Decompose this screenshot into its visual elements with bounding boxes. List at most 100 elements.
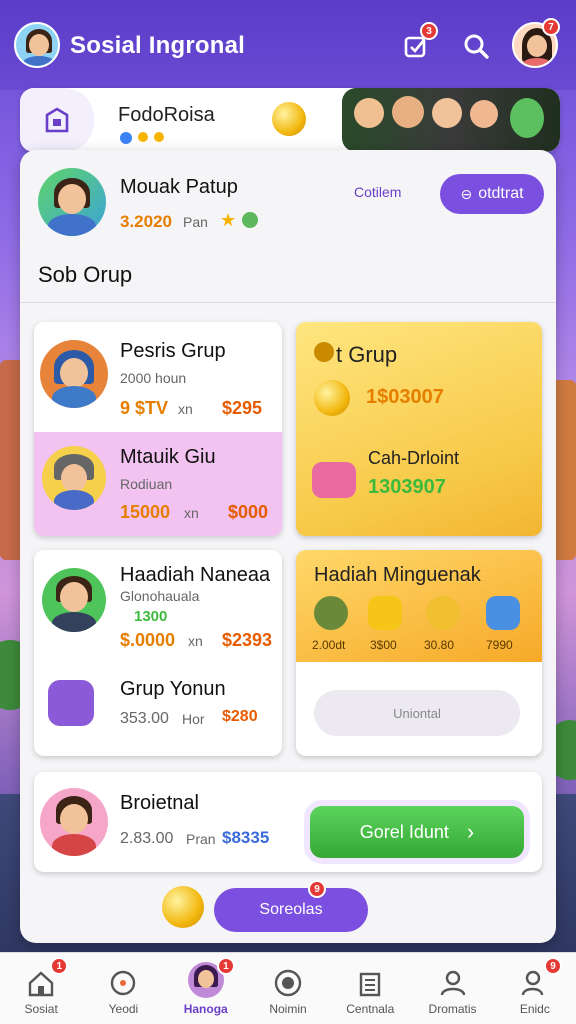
home-icon bbox=[28, 971, 54, 997]
chevron-right-icon: › bbox=[466, 819, 475, 844]
grup-gold-title: t Grup bbox=[336, 342, 398, 367]
nav-badge: 1 bbox=[50, 957, 69, 975]
coin-bag-icon bbox=[162, 886, 204, 928]
banner-small-icons bbox=[120, 132, 164, 144]
hadiah-gold-title: Hadiah Minguenak bbox=[314, 564, 481, 586]
banner-title: FodoRoisa bbox=[118, 104, 215, 126]
profile-action-button[interactable]: ⊖ otdtrat bbox=[440, 174, 544, 214]
nav-item-noimin[interactable]: Noimin bbox=[247, 953, 329, 1024]
section-title: Sob Orup bbox=[38, 262, 133, 287]
group-price-mid: xn bbox=[178, 401, 193, 417]
profile-badge: 7 bbox=[542, 18, 560, 36]
group-price-left: 15000 bbox=[120, 502, 171, 522]
prize-icon-3 bbox=[426, 596, 460, 630]
hadiah-input-placeholder: Uniontal bbox=[393, 705, 441, 721]
profile-value-suffix: Pan bbox=[183, 214, 208, 230]
prize-label-4: 7990 bbox=[486, 638, 513, 652]
bottom-price-right: $8335 bbox=[222, 828, 270, 847]
notification-icon[interactable]: 3 bbox=[398, 22, 438, 64]
nav-label: Hanoga bbox=[183, 1002, 228, 1016]
star-icon: ★ bbox=[220, 210, 237, 230]
nav-label: Noimin bbox=[269, 1002, 307, 1016]
float-badge: 9 bbox=[308, 880, 326, 898]
gem-icon bbox=[242, 212, 258, 228]
hadiah-input[interactable]: Uniontal bbox=[314, 690, 520, 736]
hadiah-price-left: $.0000 bbox=[120, 630, 176, 650]
prize-icon-4 bbox=[486, 596, 520, 630]
prize-label-3: 30.80 bbox=[424, 638, 455, 652]
group-name: Mtauik Giu bbox=[120, 446, 216, 468]
promo-banner[interactable]: FodoRoisa bbox=[20, 88, 560, 152]
profile-row-avatar[interactable] bbox=[38, 168, 106, 236]
profile-link[interactable]: Cotilem bbox=[354, 184, 401, 200]
profile-value: 3.2020 bbox=[120, 212, 172, 231]
group-sub: 2000 houn bbox=[120, 370, 187, 386]
hadiah-name: Grup Yonun bbox=[120, 678, 226, 700]
nav-label: Sosiat bbox=[24, 1002, 58, 1016]
group-price-left: 9 $TV bbox=[120, 398, 169, 418]
basket-icon bbox=[312, 462, 356, 498]
search-user-icon bbox=[521, 970, 544, 996]
user-avatar[interactable] bbox=[14, 22, 60, 68]
group-price-right: $295 bbox=[222, 398, 263, 418]
bottom-nav: 1 Sosiat Yeodi 1 Hanoga Noimin Centnala bbox=[0, 952, 576, 1024]
bottom-card: Broietnal 2.83.00 Pran $8335 Gorel Idunt… bbox=[34, 772, 542, 872]
coin-stack-icon bbox=[314, 380, 350, 416]
groups-card: Pesris Grup 2000 houn 9 $TV xn $295 Mtau… bbox=[34, 322, 282, 536]
group-item[interactable]: Pesris Grup 2000 houn 9 $TV xn $295 bbox=[34, 322, 282, 432]
hadiah-price-mid: Hor bbox=[182, 711, 205, 727]
app-title: Sosial Ingronal bbox=[70, 32, 246, 59]
search-icon[interactable] bbox=[458, 28, 494, 64]
hadiah-avatar bbox=[42, 568, 106, 632]
nav-badge: 1 bbox=[216, 957, 235, 975]
grup-gold-label-2: Cah-Drloint bbox=[368, 448, 460, 468]
group-item-highlighted[interactable]: Mtauik Giu Rodiuan 15000 xn $000 bbox=[34, 432, 282, 536]
group-price-mid: xn bbox=[184, 505, 199, 521]
grup-gold-value-1: 1$03007 bbox=[366, 386, 444, 408]
bottom-price-suffix: Pran bbox=[186, 831, 216, 847]
hadiah-price-right: $280 bbox=[222, 708, 258, 725]
nav-item-dromatis[interactable]: Dromatis bbox=[411, 953, 493, 1024]
hadiah-price-left: 353.00 bbox=[120, 710, 169, 727]
main-panel: Mouak Patup 3.2020 Pan ★ Cotilem ⊖ otdtr… bbox=[20, 150, 556, 943]
bag-icon bbox=[48, 680, 94, 726]
hadiah-gold-header[interactable]: Hadiah Minguenak 2.00dt 3$00 30.80 7990 bbox=[296, 550, 542, 662]
hadiah-name: Haadiah Naneaa bbox=[120, 564, 271, 586]
notification-badge: 3 bbox=[420, 22, 438, 40]
prize-label-1: 2.00dt bbox=[312, 638, 346, 652]
bottom-name: Broietnal bbox=[120, 792, 199, 814]
top-bar: Sosial Ingronal 3 7 bbox=[0, 0, 576, 90]
hadiah-price-mid: xn bbox=[188, 633, 203, 649]
float-button[interactable]: Soreolas bbox=[214, 888, 368, 932]
nav-item-hanoga[interactable]: 1 Hanoga bbox=[165, 953, 247, 1024]
record-icon bbox=[274, 969, 302, 997]
link-icon: ⊖ bbox=[460, 185, 473, 202]
bear-icon bbox=[314, 342, 334, 362]
profile-action-label: otdtrat bbox=[478, 185, 524, 202]
float-button-label: Soreolas bbox=[259, 901, 323, 918]
grup-gold-card[interactable]: t Grup 1$03007 Cah-Drloint 1303907 bbox=[296, 322, 542, 536]
hadiah-price-right: $2393 bbox=[222, 630, 273, 650]
hadiah-gold-card: Hadiah Minguenak 2.00dt 3$00 30.80 7990 … bbox=[296, 550, 542, 756]
prize-icon-2 bbox=[368, 596, 402, 630]
nav-item-enidc[interactable]: 9 Enidc bbox=[494, 953, 576, 1024]
nav-item-yeodi[interactable]: Yeodi bbox=[82, 953, 164, 1024]
hadiah-item[interactable]: Haadiah Naneaa Glonohauala 1300 $.0000 x… bbox=[34, 550, 282, 660]
nav-badge: 9 bbox=[543, 957, 562, 975]
prize-label-2: 3$00 bbox=[370, 638, 397, 652]
hadiah-sub: Glonohauala bbox=[120, 588, 200, 604]
cta-button[interactable]: Gorel Idunt › bbox=[310, 806, 524, 858]
smiley-icon bbox=[272, 102, 306, 136]
group-price-right: $000 bbox=[228, 502, 269, 522]
group-avatar bbox=[42, 446, 106, 510]
hadiah-item[interactable]: Grup Yonun 353.00 Hor $280 bbox=[34, 662, 282, 756]
grup-gold-value-2: 1303907 bbox=[368, 476, 446, 498]
bottom-avatar[interactable] bbox=[40, 788, 108, 856]
group-sub: Rodiuan bbox=[120, 476, 173, 492]
banner-characters-image bbox=[342, 88, 560, 152]
nav-item-sosiat[interactable]: 1 Sosiat bbox=[0, 953, 82, 1024]
section-divider bbox=[20, 302, 556, 303]
nav-item-centnala[interactable]: Centnala bbox=[329, 953, 411, 1024]
store-icon bbox=[20, 88, 94, 152]
prize-icon-1 bbox=[314, 596, 348, 630]
